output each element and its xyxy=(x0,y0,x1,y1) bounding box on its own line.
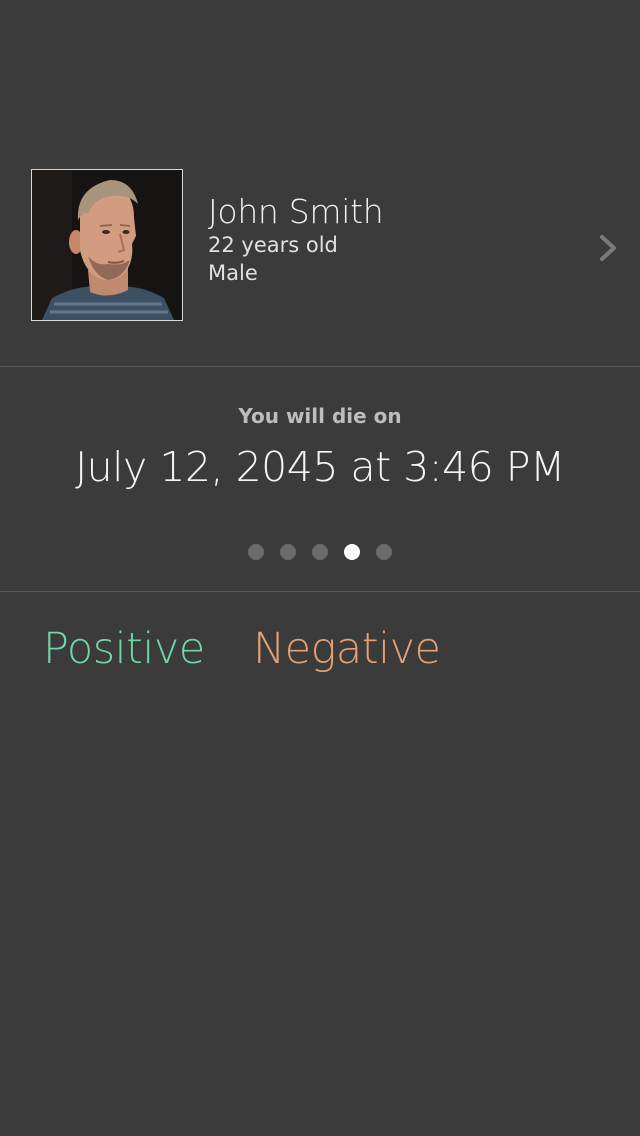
page-dot-active[interactable] xyxy=(344,544,360,560)
avatar-photo xyxy=(32,170,182,320)
chevron-right-icon[interactable] xyxy=(598,234,620,262)
page-dot[interactable] xyxy=(280,544,296,560)
profile-row[interactable]: John Smith 22 years old Male xyxy=(0,0,640,366)
divider-bottom xyxy=(0,591,640,592)
app-screen: John Smith 22 years old Male You will di… xyxy=(0,0,640,1136)
avatar xyxy=(31,169,183,321)
death-date-caption: You will die on xyxy=(238,404,402,428)
divider-top xyxy=(0,366,640,367)
profile-age: 22 years old xyxy=(208,233,338,257)
page-indicator[interactable] xyxy=(0,544,640,560)
profile-name: John Smith xyxy=(208,192,384,231)
tab-positive[interactable]: Positive xyxy=(43,624,205,674)
tab-negative[interactable]: Negative xyxy=(253,624,441,674)
death-date-value: July 12, 2045 at 3:46 PM xyxy=(75,443,565,491)
page-dot[interactable] xyxy=(312,544,328,560)
profile-sex: Male xyxy=(208,261,258,285)
page-dot[interactable] xyxy=(376,544,392,560)
page-dot[interactable] xyxy=(248,544,264,560)
